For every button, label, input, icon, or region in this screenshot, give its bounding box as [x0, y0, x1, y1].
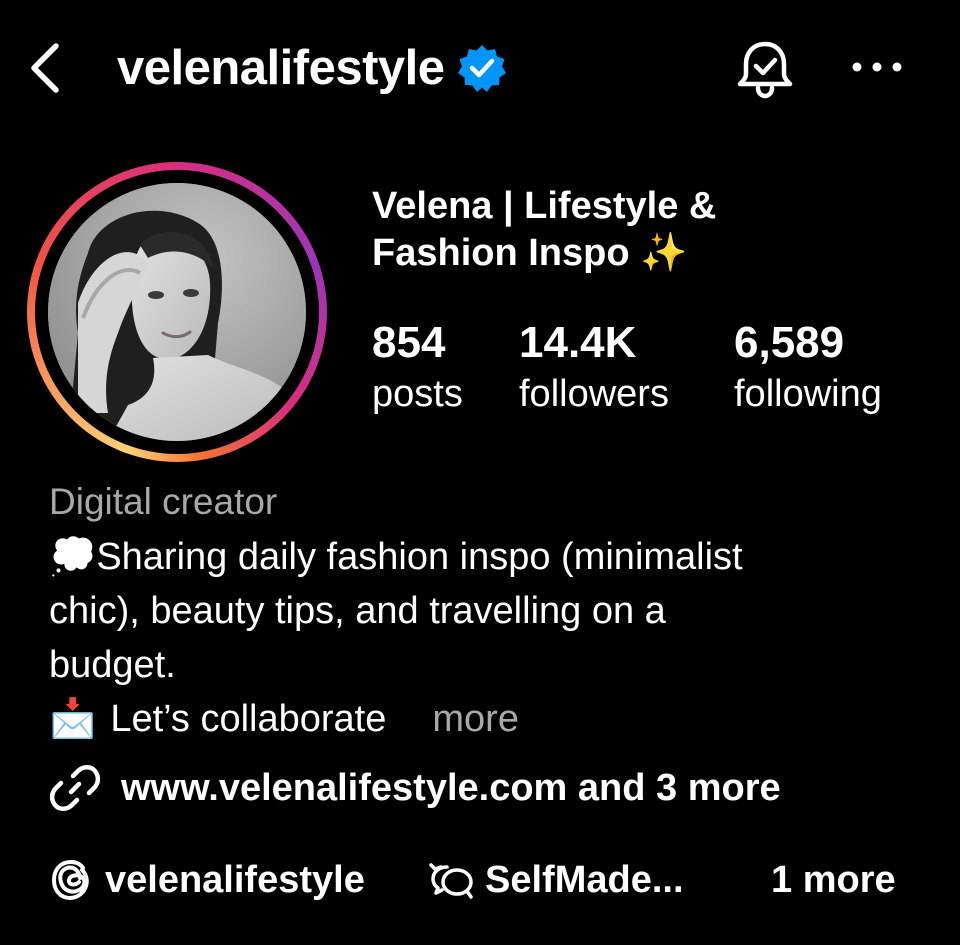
- followers-label: followers: [519, 373, 669, 415]
- following-stat[interactable]: 6,589 following: [734, 318, 882, 420]
- external-links[interactable]: www.velenalifestyle.com and 3 more: [49, 758, 781, 818]
- profile-bio: 💭Sharing daily fashion inspo (minimalist…: [49, 530, 929, 746]
- envelope-icon: 📩: [49, 698, 97, 740]
- bio-collaborate-text: Let’s collaborate: [110, 698, 387, 740]
- notification-bell-icon[interactable]: [732, 36, 798, 102]
- link-icon: [49, 765, 101, 811]
- followers-count: 14.4K: [519, 318, 637, 367]
- profile-badges-row: velenalifestyle SelfMade... 1 more: [49, 852, 919, 908]
- verified-badge-icon: [457, 45, 506, 92]
- profile-avatar: [48, 183, 306, 441]
- posts-stat[interactable]: 854 posts: [372, 318, 463, 420]
- profile-category: Digital creator: [49, 481, 278, 522]
- profile-header: velenalifestyle: [0, 0, 960, 140]
- website-link: www.velenalifestyle.com and 3 more: [121, 766, 781, 809]
- profile-display-name: Velena | Lifestyle & Fashion Inspo ✨: [372, 185, 717, 274]
- more-options-icon[interactable]: [848, 44, 906, 90]
- bio-line: 💭Sharing daily fashion inspo (minimalist: [49, 536, 743, 578]
- bio-line: chic), beauty tips, and travelling on a: [49, 590, 666, 632]
- threads-badge[interactable]: velenalifestyle: [49, 852, 365, 908]
- avatar-photo: [48, 183, 306, 441]
- followers-stat[interactable]: 14.4K followers: [519, 318, 669, 420]
- community-badge[interactable]: SelfMade...: [427, 852, 684, 908]
- following-label: following: [734, 373, 882, 415]
- chat-bubbles-icon: [429, 863, 473, 899]
- community-name: SelfMade...: [485, 858, 684, 901]
- posts-label: posts: [372, 373, 463, 415]
- following-count: 6,589: [734, 318, 845, 367]
- username-title: velenalifestyle: [117, 36, 507, 100]
- more-badges-link[interactable]: 1 more: [771, 852, 896, 908]
- threads-handle: velenalifestyle: [105, 858, 365, 901]
- bio-more-link[interactable]: more: [432, 692, 519, 746]
- bio-line: 📩 Let’s collaborate more: [49, 692, 929, 746]
- back-chevron-icon[interactable]: [22, 36, 72, 100]
- story-ring[interactable]: [27, 162, 327, 462]
- posts-count: 854: [372, 318, 446, 367]
- threads-icon: [51, 859, 89, 901]
- bio-line: budget.: [49, 644, 176, 686]
- username: velenalifestyle: [117, 41, 445, 95]
